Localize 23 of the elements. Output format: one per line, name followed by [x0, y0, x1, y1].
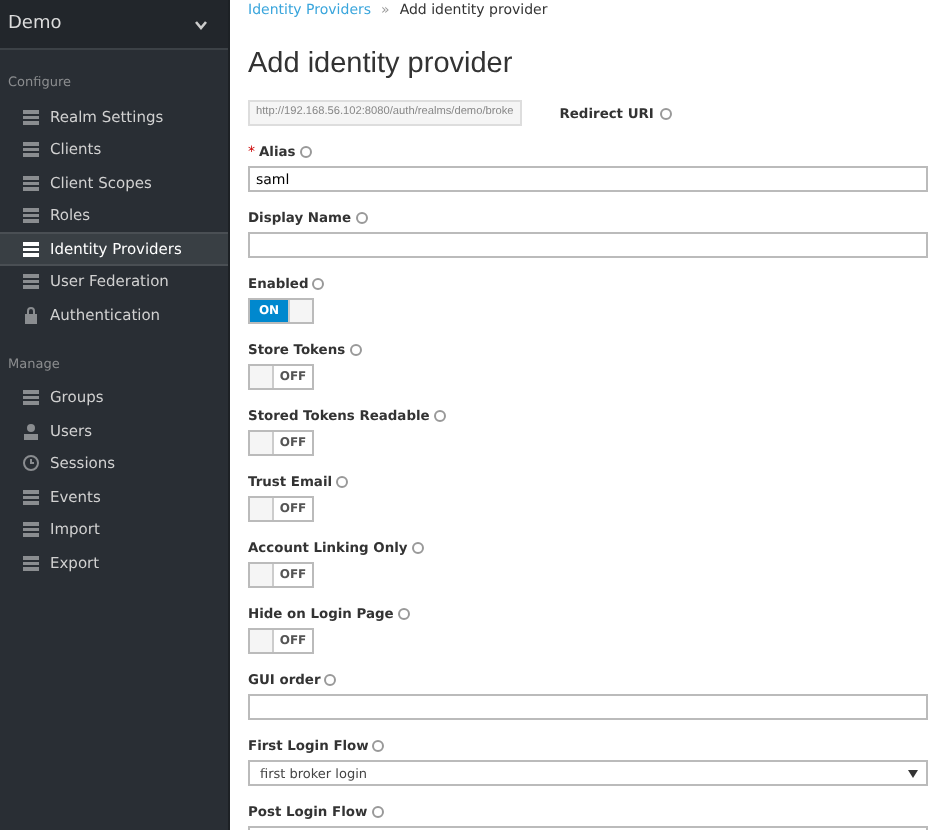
- help-icon[interactable]: [355, 211, 368, 223]
- user-icon: [22, 421, 40, 440]
- help-icon[interactable]: [372, 739, 385, 751]
- help-icon[interactable]: [336, 475, 349, 487]
- help-icon[interactable]: [411, 541, 424, 553]
- help-icon[interactable]: [324, 673, 337, 685]
- list-icon: [22, 206, 40, 225]
- input-field[interactable]: [248, 694, 928, 720]
- help-icon[interactable]: [349, 343, 362, 355]
- help-icon[interactable]: [299, 145, 312, 157]
- page-title: Add identity provider: [248, 48, 515, 80]
- caret-icon: [194, 19, 208, 29]
- realm-selector[interactable]: Demo: [0, 0, 228, 50]
- input-field[interactable]: [248, 232, 928, 258]
- help-icon[interactable]: [312, 277, 325, 289]
- lock-icon: [22, 305, 40, 324]
- caret-icon: [908, 769, 918, 777]
- clock-icon: [22, 454, 40, 473]
- bars-icon: [22, 107, 40, 126]
- help-icon[interactable]: [397, 607, 410, 619]
- help-icon[interactable]: [433, 409, 446, 421]
- help-icon[interactable]: [371, 805, 384, 817]
- help-icon[interactable]: [659, 107, 672, 119]
